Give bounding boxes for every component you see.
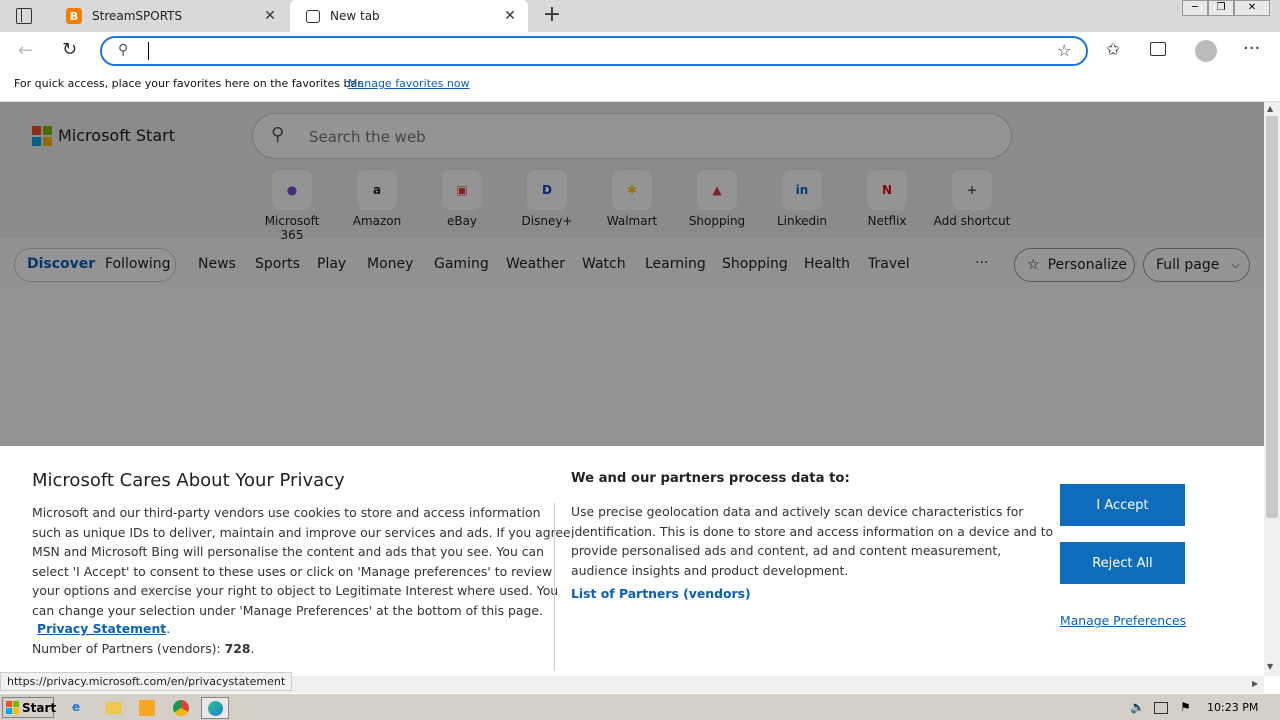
profile-avatar[interactable] <box>1195 40 1217 62</box>
new-tab-page: Microsoft Start ⚲ Search the web ● Micros… <box>0 102 1264 676</box>
volume-icon[interactable]: 🔈 <box>1130 700 1146 716</box>
tab-label: StreamSPORTS <box>92 9 183 23</box>
favorites-bar-message: For quick access, place your favorites h… <box>14 77 365 90</box>
tab-new-tab[interactable]: New tab ✕ <box>290 0 528 32</box>
tab-label: New tab <box>330 9 380 23</box>
status-url-tooltip: https://privacy.microsoft.com/en/privacy… <box>0 672 293 691</box>
privacy-body-line: such as unique IDs to deliver, maintain … <box>32 524 575 540</box>
scroll-right-arrow-icon[interactable]: ▶ <box>1252 679 1258 688</box>
scroll-up-arrow-icon[interactable]: ▲ <box>1267 104 1273 113</box>
clock: 10:23 PM <box>1207 701 1259 714</box>
close-window-button[interactable]: ✕ <box>1234 0 1270 16</box>
privacy-body-line: select 'I Accept' to consent to these us… <box>32 563 553 579</box>
manage-favorites-link[interactable]: Manage favorites now <box>348 77 470 90</box>
tab-streamsports[interactable]: B StreamSPORTS ✕ <box>56 0 288 32</box>
network-icon[interactable] <box>1154 702 1168 714</box>
purposes-body-line: provide personalised ads and content, ad… <box>571 543 1002 558</box>
scroll-down-arrow-icon[interactable]: ▼ <box>1267 662 1273 671</box>
purposes-body: Use precise geolocation data and activel… <box>571 502 1054 580</box>
purposes-title: We and our partners process data to: <box>571 471 850 486</box>
partners-label: Number of Partners (vendors): <box>32 641 225 656</box>
flag-icon[interactable]: ⚑ <box>1180 700 1196 716</box>
partners-count-line: Number of Partners (vendors): 728. <box>32 641 255 656</box>
tab-strip: B StreamSPORTS ✕ New tab ✕ + ─ ❐ ✕ <box>0 0 1280 32</box>
favorites-icon[interactable]: ✩ <box>1106 40 1120 60</box>
vendors-link[interactable]: List of Partners (vendors) <box>571 586 751 601</box>
window-controls: ─ ❐ ✕ <box>1182 0 1274 18</box>
tab-actions-icon[interactable] <box>16 8 32 24</box>
purposes-body-line: audience insights and product developmen… <box>571 562 849 578</box>
folder-icon[interactable] <box>106 702 122 714</box>
vertical-scrollbar[interactable]: ▲ ▼ <box>1264 102 1280 676</box>
privacy-title: Microsoft Cares About Your Privacy <box>32 470 345 491</box>
collections-icon[interactable] <box>1150 42 1166 56</box>
privacy-statement-link[interactable]: Privacy Statement <box>37 621 166 636</box>
new-tab-button[interactable]: + <box>540 2 564 28</box>
chrome-icon[interactable] <box>173 700 189 716</box>
purposes-body-line: identification. This is done to store an… <box>571 523 1054 539</box>
search-icon: ⚲ <box>118 42 129 58</box>
minimize-button[interactable]: ─ <box>1182 0 1208 16</box>
close-tab-icon[interactable]: ✕ <box>502 8 518 24</box>
privacy-body-line: your options and exercise your right to … <box>32 583 559 598</box>
add-favorite-icon[interactable]: ☆ <box>1057 41 1071 60</box>
privacy-body-line: can change your selection under 'Manage … <box>32 602 543 618</box>
settings-more-icon[interactable]: ··· <box>1243 38 1260 59</box>
favorites-bar: For quick access, place your favorites h… <box>0 70 1280 102</box>
browser-toolbar: ← ↻ ⚲ ☆ ✩ ··· <box>0 32 1280 70</box>
media-player-icon[interactable] <box>139 700 155 716</box>
internet-explorer-icon[interactable]: e <box>72 700 88 716</box>
back-icon[interactable]: ← <box>18 40 33 61</box>
privacy-divider <box>554 503 555 671</box>
partners-count: 728 <box>224 641 251 656</box>
privacy-statement-line: Privacy Statement. <box>37 621 171 636</box>
address-bar[interactable]: ⚲ ☆ <box>100 36 1088 66</box>
privacy-body-line: Microsoft and our third-party vendors us… <box>32 505 541 520</box>
restore-button[interactable]: ❐ <box>1208 0 1234 16</box>
refresh-icon[interactable]: ↻ <box>62 39 77 60</box>
close-tab-icon[interactable]: ✕ <box>262 8 278 24</box>
modal-backdrop <box>0 102 1264 446</box>
manage-preferences-link[interactable]: Manage Preferences <box>1060 613 1186 628</box>
privacy-body-line: MSN and Microsoft Bing will personalise … <box>32 544 544 559</box>
blogger-icon: B <box>66 8 82 24</box>
address-input[interactable] <box>148 42 1028 60</box>
start-button[interactable]: Start <box>2 697 57 718</box>
reject-all-button[interactable]: Reject All <box>1060 542 1185 584</box>
new-tab-icon <box>306 9 320 23</box>
scroll-thumb[interactable] <box>1266 116 1278 518</box>
purposes-body-line: Use precise geolocation data and activel… <box>571 504 1024 519</box>
accept-button[interactable]: I Accept <box>1060 484 1185 526</box>
windows-logo-icon <box>6 701 19 714</box>
privacy-banner: Microsoft Cares About Your Privacy Micro… <box>0 446 1264 676</box>
start-label: Start <box>22 700 57 715</box>
edge-icon[interactable] <box>201 697 229 719</box>
privacy-body: Microsoft and our third-party vendors us… <box>32 503 575 620</box>
windows-taskbar: Start e 🔈 ⚑ 10:23 PM <box>0 693 1280 720</box>
